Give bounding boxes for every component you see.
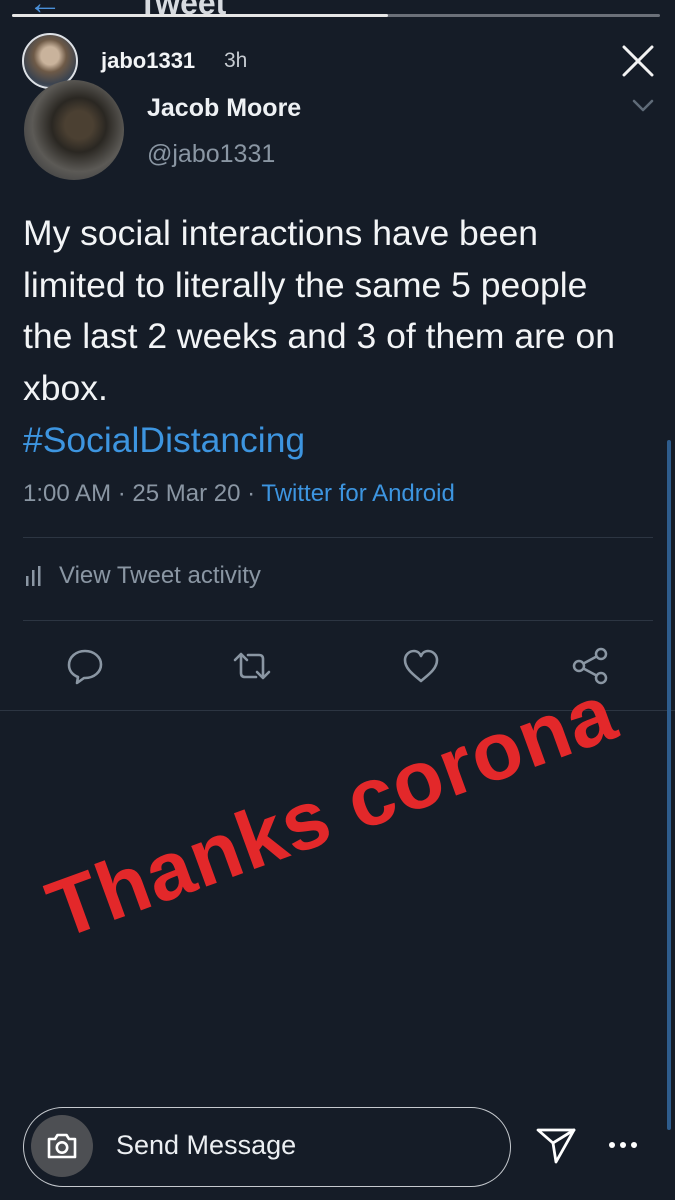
tweet-hashtag[interactable]: #SocialDistancing (23, 415, 305, 467)
story-username[interactable]: jabo1331 (101, 48, 195, 74)
chevron-down-icon[interactable] (630, 96, 656, 116)
send-message-placeholder[interactable]: Send Message (116, 1130, 296, 1161)
more-icon[interactable] (606, 1124, 640, 1166)
tweet-text: My social interactions have been limited… (23, 213, 616, 408)
back-arrow-icon[interactable]: ← (28, 0, 62, 20)
paper-plane-icon[interactable] (535, 1124, 577, 1166)
like-icon[interactable] (401, 646, 441, 686)
camera-icon (47, 1133, 77, 1159)
tweet-time: 1:00 AM (23, 480, 112, 507)
close-icon[interactable] (618, 41, 658, 81)
view-tweet-activity[interactable]: View Tweet activity (25, 562, 261, 590)
analytics-icon (26, 566, 41, 586)
author-handle[interactable]: @jabo1331 (147, 140, 275, 169)
author-name[interactable]: Jacob Moore (147, 94, 301, 123)
meta-separator: · (247, 480, 256, 507)
camera-button[interactable] (31, 1115, 93, 1177)
story-progress-bar (12, 14, 660, 17)
divider (23, 537, 653, 538)
activity-label: View Tweet activity (59, 562, 261, 589)
meta-separator: · (117, 480, 126, 507)
divider (23, 620, 653, 621)
retweet-icon[interactable] (232, 646, 272, 686)
story-time: 3h (224, 49, 248, 72)
tweet-source[interactable]: Twitter for Android (261, 480, 454, 507)
tweet-header-title: Tweet (138, 0, 227, 21)
scrollbar[interactable] (667, 440, 671, 1130)
reply-icon[interactable] (65, 646, 105, 686)
author-avatar[interactable] (24, 80, 124, 180)
tweet-meta: 1:00 AM · 25 Mar 20 · Twitter for Androi… (23, 480, 455, 508)
tweet-date: 25 Mar 20 (132, 480, 241, 507)
